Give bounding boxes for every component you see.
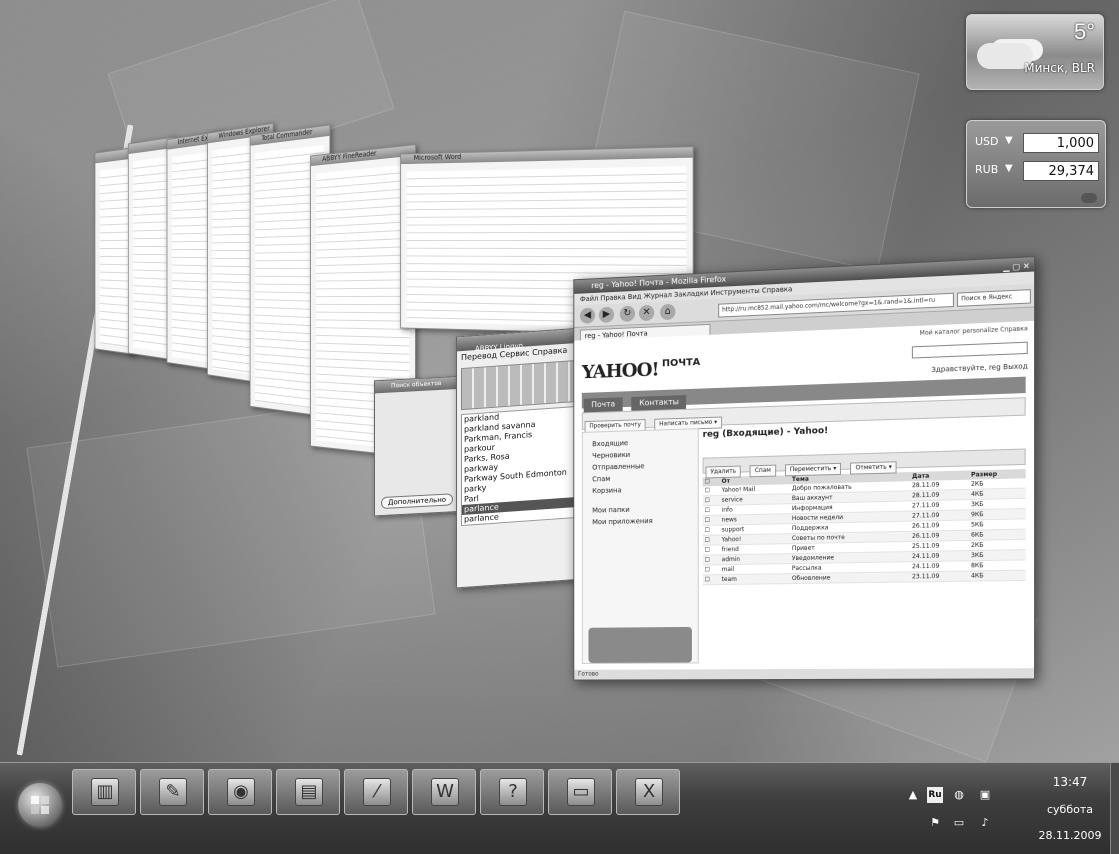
- gadget-handle[interactable]: [1081, 193, 1097, 203]
- window-title: Microsoft Word: [413, 152, 462, 162]
- folder-item[interactable]: Корзина: [583, 483, 698, 498]
- status-bar: Готово: [574, 668, 1035, 680]
- currency-value[interactable]: 1,000: [1023, 133, 1099, 153]
- cell-date: 23.11.09: [909, 570, 969, 582]
- notebook-icon: ▥: [91, 778, 119, 806]
- folder-item[interactable]: Мои приложения: [583, 514, 698, 528]
- taskbar-button[interactable]: ◉: [208, 769, 272, 815]
- currency-code: RUB: [975, 163, 999, 176]
- show-desktop-button[interactable]: [1110, 763, 1119, 854]
- row-checkbox[interactable]: ☐: [702, 564, 720, 575]
- network-icon[interactable]: ◍: [951, 787, 967, 803]
- taskbar-button[interactable]: ▭: [548, 769, 612, 815]
- back-icon[interactable]: ◀: [579, 307, 596, 324]
- taskbar-button[interactable]: ▥: [72, 769, 136, 815]
- mail-search-input[interactable]: [911, 341, 1028, 359]
- taskbar: ▥ ✎ ◉ ▤ ⁄ W? ▭ X ▲ Ru ◍ ▣ ⚑ ▭ ♪ 13:47 суббота 2…: [0, 762, 1119, 854]
- weather-city: Минск, BLR: [1024, 61, 1095, 75]
- volume-icon[interactable]: ♪: [977, 815, 993, 831]
- top-links[interactable]: Мой каталог personalize Справка: [920, 325, 1028, 337]
- cell-from: team: [719, 573, 790, 585]
- row-checkbox[interactable]: ☐: [702, 515, 720, 526]
- forward-icon[interactable]: ▶: [598, 306, 615, 323]
- search-dialog-window[interactable]: Поиск объектов Дополнительно: [374, 375, 466, 517]
- windows-logo-icon: [31, 796, 49, 814]
- currency-row: USD ▼ 1,000: [975, 133, 1099, 155]
- system-tray: ▲ Ru ◍ ▣ ⚑ ▭ ♪: [905, 773, 1005, 843]
- toolbar-buttons[interactable]: [461, 359, 578, 411]
- taskbar-button[interactable]: ?: [480, 769, 544, 815]
- currency-row: RUB ▼ 29,374: [975, 161, 1099, 183]
- word-list[interactable]: parkland parkland savanna Parkman, Franc…: [461, 405, 578, 527]
- user-greeting[interactable]: Здравствуйте, reg Выход: [931, 362, 1028, 374]
- window-controls[interactable]: ▁ ▢ ✕: [1003, 259, 1030, 275]
- message-list-pane: reg (Входящие) - Yahoo! Удалить Спам Пер…: [702, 418, 1026, 664]
- row-checkbox[interactable]: ☐: [702, 544, 720, 556]
- taskbar-button[interactable]: ▤: [276, 769, 340, 815]
- currency-value[interactable]: 29,374: [1023, 161, 1099, 181]
- help-icon: ?: [499, 778, 527, 806]
- row-checkbox[interactable]: ☐: [702, 495, 720, 506]
- firefox-icon: ◉: [227, 778, 255, 806]
- move-button[interactable]: Переместить ▾: [784, 462, 842, 477]
- dropdown-arrow-icon[interactable]: ▼: [1005, 163, 1013, 174]
- currency-gadget[interactable]: USD ▼ 1,000 RUB ▼ 29,374: [966, 120, 1106, 208]
- floppy-disk-icon: ▤: [295, 778, 323, 806]
- home-icon[interactable]: ⌂: [660, 303, 676, 321]
- taskbar-button[interactable]: ✎: [140, 769, 204, 815]
- row-checkbox[interactable]: ☐: [702, 554, 720, 566]
- dictionary-window[interactable]: ABBYY Lingvo Перевод Сервис Справка park…: [456, 327, 583, 589]
- cell-subject: Обновление: [789, 571, 910, 584]
- clock-day[interactable]: суббота: [1030, 803, 1110, 816]
- start-button[interactable]: [18, 783, 62, 827]
- paint-icon: ✎: [159, 778, 187, 806]
- show-hidden-icons-icon[interactable]: ▲: [905, 787, 921, 803]
- column-header[interactable]: ☐: [702, 477, 720, 487]
- action-center-icon[interactable]: ⚑: [927, 815, 943, 831]
- advanced-button[interactable]: Дополнительно: [381, 493, 454, 510]
- reload-icon[interactable]: ↻: [619, 305, 636, 323]
- page-content: Мой каталог personalize Справка YAHOO! П…: [574, 320, 1035, 670]
- cell-size: 4КБ: [968, 570, 1026, 582]
- dropdown-arrow-icon[interactable]: ▼: [1005, 135, 1013, 146]
- folder-sidebar: Входящие Черновики Отправленные Спам Кор…: [581, 428, 699, 664]
- excel-icon: X: [635, 778, 663, 806]
- mark-button[interactable]: Отметить ▾: [850, 461, 897, 475]
- keyboard-icon[interactable]: ▣: [977, 787, 993, 803]
- weather-temperature: 5°: [1073, 19, 1095, 44]
- search-input[interactable]: Поиск в Яндекс: [957, 289, 1031, 307]
- row-checkbox[interactable]: ☐: [702, 535, 720, 546]
- window-title: Поиск объектов: [375, 376, 465, 394]
- word-icon: W: [431, 778, 459, 806]
- stop-icon[interactable]: ✕: [638, 304, 655, 322]
- row-checkbox[interactable]: ☐: [702, 485, 720, 496]
- spam-button[interactable]: Спам: [749, 464, 776, 478]
- monitor-icon: ▭: [567, 778, 595, 806]
- advert-box[interactable]: [588, 626, 692, 663]
- taskbar-button[interactable]: ⁄: [344, 769, 408, 815]
- row-checkbox[interactable]: ☐: [702, 574, 720, 585]
- row-checkbox[interactable]: ☐: [702, 525, 720, 536]
- currency-code: USD: [975, 135, 999, 148]
- browser-window[interactable]: reg - Yahoo! Почта - Mozilla Firefox ▁ ▢…: [573, 256, 1036, 681]
- yahoo-logo[interactable]: YAHOO!: [582, 359, 659, 384]
- taskbar-button[interactable]: W: [412, 769, 476, 815]
- weather-gadget[interactable]: 5° Минск, BLR: [966, 14, 1104, 90]
- message-table: ☐ От Тема Дата Размер ☐ Yahoo! Mail Добро …: [702, 469, 1026, 585]
- language-indicator[interactable]: Ru: [927, 787, 943, 803]
- tab-mail[interactable]: Почта: [583, 397, 623, 413]
- row-checkbox[interactable]: ☐: [702, 505, 720, 516]
- clock-date[interactable]: 28.11.2009: [1030, 829, 1110, 842]
- taskbar-button[interactable]: X: [616, 769, 680, 815]
- delete-button[interactable]: Удалить: [705, 465, 741, 479]
- scanner-icon: ⁄: [363, 778, 391, 806]
- clock-time[interactable]: 13:47: [1030, 775, 1110, 789]
- product-name: ПОЧТА: [661, 356, 701, 370]
- power-icon[interactable]: ▭: [951, 815, 967, 831]
